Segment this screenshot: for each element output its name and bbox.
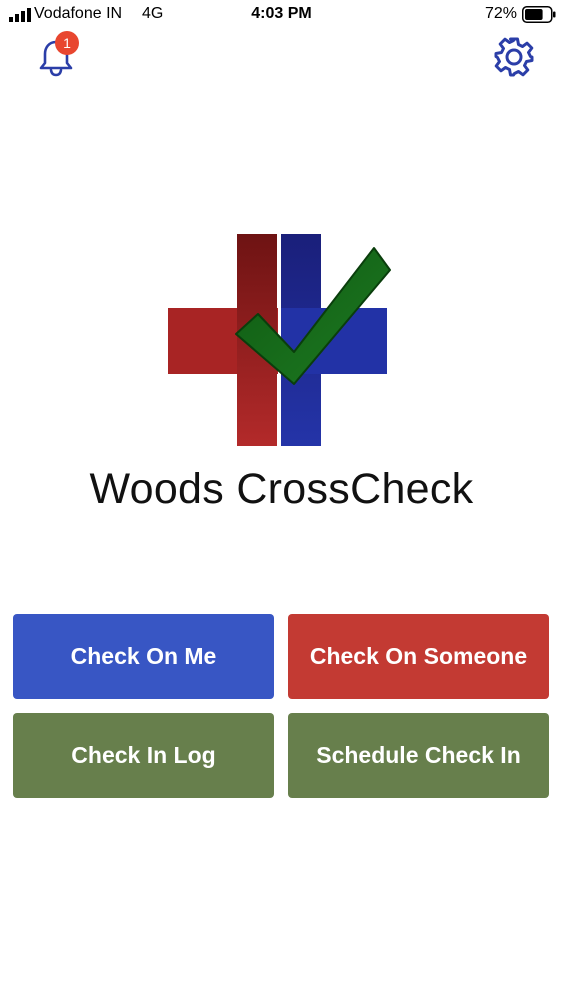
- check-on-me-button[interactable]: Check On Me: [13, 614, 274, 699]
- check-in-log-button[interactable]: Check In Log: [13, 713, 274, 798]
- settings-button[interactable]: [493, 36, 535, 78]
- status-bar: Vodafone IN 4G 4:03 PM 72%: [0, 0, 563, 30]
- app-title: Woods CrossCheck: [89, 465, 474, 513]
- battery-icon: [522, 6, 556, 23]
- gear-icon: [494, 37, 534, 77]
- status-time: 4:03 PM: [251, 5, 312, 22]
- battery-percent: 72%: [484, 5, 517, 22]
- app-logo: [168, 234, 391, 446]
- notification-badge: 1: [55, 31, 79, 55]
- check-on-someone-button[interactable]: Check On Someone: [288, 614, 549, 699]
- schedule-check-in-button[interactable]: Schedule Check In: [288, 713, 549, 798]
